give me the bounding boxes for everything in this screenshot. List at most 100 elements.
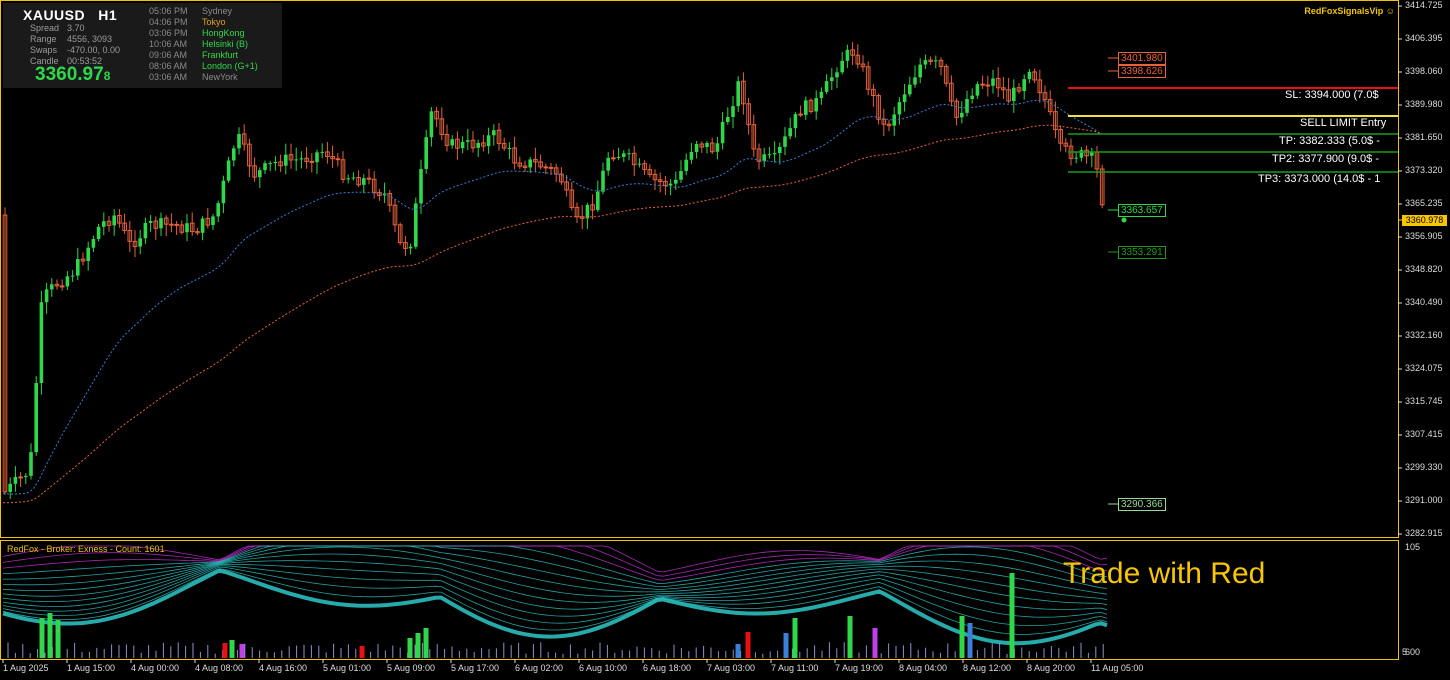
candle-body — [783, 136, 787, 147]
candle-body — [918, 64, 922, 78]
candle-body — [258, 170, 262, 178]
session-time: 05:06 PM — [149, 6, 188, 16]
candle-body — [767, 154, 772, 156]
candle-body — [492, 130, 496, 136]
session-name: Frankfurt — [202, 50, 239, 60]
candle-body — [29, 452, 33, 476]
candle-body — [772, 153, 777, 155]
session-name: HongKong — [202, 28, 245, 38]
candle-body — [419, 168, 423, 204]
candle-body — [221, 180, 226, 204]
candle-body — [50, 284, 54, 290]
histogram-bar — [872, 628, 878, 658]
candle-body — [616, 156, 621, 158]
candle-body — [965, 99, 969, 113]
indicator-ribbon — [2, 545, 1108, 646]
candle-body — [819, 91, 824, 99]
candle-body — [684, 159, 688, 171]
date-axis-label: 4 Aug 00:00 — [131, 663, 180, 673]
indicator-scale-top: 105 — [1405, 542, 1421, 552]
price-axis-label: 3332.160 — [1405, 330, 1443, 340]
candle-body — [991, 78, 995, 86]
candle-body — [985, 84, 991, 87]
candle-body — [840, 60, 844, 73]
candle-body — [174, 223, 179, 226]
date-axis-label: 4 Aug 08:00 — [195, 663, 244, 673]
candle-body — [679, 170, 683, 180]
date-axis-label: 1 Aug 15:00 — [67, 663, 116, 673]
candle-body — [59, 285, 65, 288]
support-2-box: 3353.291 — [1118, 246, 1166, 259]
indicator-histogram — [7, 573, 1104, 658]
candle-body — [320, 151, 324, 153]
histogram-bar — [239, 644, 245, 658]
candle-body — [102, 221, 106, 227]
price-axis-label: 3381.650 — [1405, 132, 1443, 142]
timeframe: H1 — [98, 7, 118, 23]
candle-body — [694, 143, 699, 153]
candle-body — [902, 94, 907, 103]
candle-body — [408, 246, 413, 249]
candle-body — [731, 106, 735, 117]
candle-body — [70, 275, 75, 277]
price-axis-label: 3299.330 — [1405, 462, 1443, 472]
histogram-bar — [222, 643, 228, 658]
candle-body — [528, 159, 532, 168]
candle-body — [351, 177, 356, 179]
candle-body — [34, 383, 38, 453]
candle-body — [507, 147, 512, 149]
brand-label: RedFoxSignalsVip ☺ — [1304, 6, 1395, 16]
candle-body — [268, 163, 272, 165]
take-profit-2-label[interactable]: TP2: 3377.900 (9.0$ - — [1269, 153, 1383, 165]
candle-body — [450, 139, 454, 146]
current-bar-dot — [1121, 217, 1127, 223]
histogram-bar — [39, 618, 45, 658]
price-axis-label: 3398.060 — [1405, 66, 1443, 76]
trade-with-red-text: Trade with Red — [1063, 557, 1266, 590]
candle-body — [211, 216, 215, 226]
candle-body — [414, 203, 418, 247]
support-1-box: 3363.657 — [1118, 204, 1166, 217]
candle-body — [346, 178, 350, 180]
candle-body — [606, 157, 610, 171]
histogram-bar — [415, 633, 421, 658]
candle-body — [960, 112, 964, 118]
candle-body — [216, 203, 220, 217]
candle-body — [1022, 79, 1026, 92]
histogram-bar — [55, 620, 61, 658]
histogram-bar — [959, 616, 965, 658]
candlestick-series — [2, 42, 1105, 499]
moving-averages — [2, 99, 1102, 504]
date-axis-label: 8 Aug 04:00 — [899, 663, 948, 673]
candle-body — [835, 72, 839, 78]
smiley-icon: ☺ — [1385, 6, 1395, 16]
candle-body — [65, 276, 70, 287]
stop-loss-label[interactable]: SL: 3394.000 (7.0$ — [1282, 89, 1382, 101]
date-axis-label: 7 Aug 11:00 — [771, 663, 819, 673]
candle-body — [185, 223, 189, 233]
price-axis-label: 3348.820 — [1405, 264, 1443, 274]
candle-body — [1027, 71, 1032, 80]
take-profit-1-label[interactable]: TP: 3382.333 (5.0$ - — [1276, 135, 1383, 147]
candle-body — [923, 60, 928, 65]
session-time: 03:06 PM — [149, 28, 188, 38]
price-axis-label: 3291.000 — [1405, 495, 1443, 505]
date-axis-label: 6 Aug 18:00 — [643, 663, 692, 673]
candle-body — [466, 140, 470, 142]
sell-limit-entry-label[interactable]: SELL LIMIT Entry — [1297, 117, 1390, 129]
histogram-bar — [359, 646, 365, 658]
date-axis-label: 7 Aug 19:00 — [835, 663, 884, 673]
candle-body — [824, 81, 829, 92]
price-axis-label: 3406.395 — [1405, 33, 1443, 43]
candle-body — [315, 152, 319, 163]
candle-body — [486, 135, 491, 147]
indicator-scale-bottom: 600 — [1405, 647, 1421, 657]
candle-body — [668, 183, 673, 186]
candle-body — [970, 95, 974, 100]
candle-body — [601, 170, 605, 192]
candle-body — [299, 158, 304, 160]
candle-body — [585, 204, 590, 219]
price-axis-label: 3365.235 — [1405, 198, 1443, 208]
histogram-bar — [47, 613, 53, 658]
take-profit-3-label[interactable]: TP3: 3373.000 (14.0$ - 1 — [1255, 173, 1384, 185]
